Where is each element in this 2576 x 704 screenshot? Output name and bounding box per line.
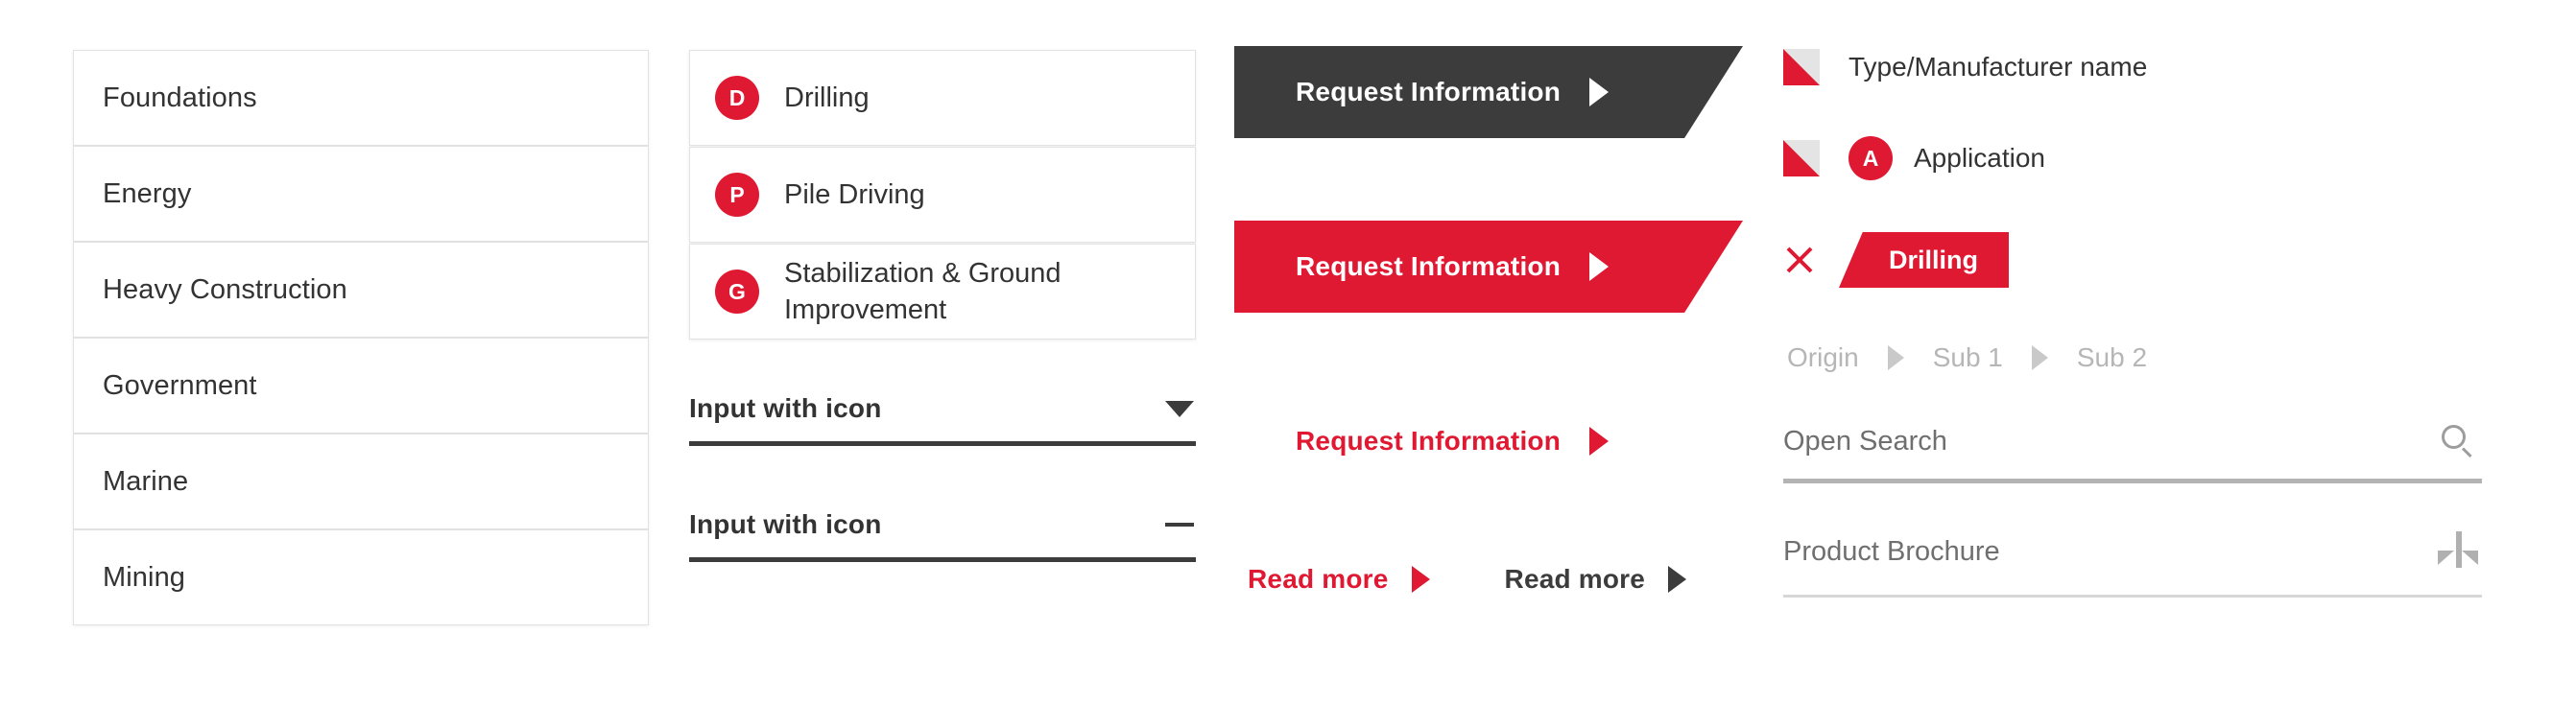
read-more-label: Read more [1504,564,1646,594]
button-label: Request Information [1296,251,1562,281]
read-more-row: Read more Read more [1234,564,1753,595]
misc-column: Type/Manufacturer name A Application Dri… [1783,42,2493,598]
arrow-right-icon [1411,566,1430,593]
filter-checkbox-application[interactable]: A Application [1783,133,2493,183]
service-badge-icon: P [715,173,759,217]
close-icon[interactable] [1783,244,1816,276]
request-information-button-white[interactable]: Request Information [1234,395,1743,487]
list-item[interactable]: D Drilling [689,50,1196,146]
active-filter-chip-row: Drilling [1783,231,2493,289]
input-with-dash[interactable]: Input with icon [689,509,1196,562]
service-label: Stabilization & Ground Improvement [784,257,1061,325]
service-badge-icon: D [715,76,759,120]
ui-kit-page: Foundations Energy Heavy Construction Go… [0,0,2576,704]
minus-icon[interactable] [1165,523,1194,527]
breadcrumb-item-sub-1[interactable]: Sub 1 [1933,342,2003,373]
industry-label: Heavy Construction [103,273,347,305]
breadcrumb-item-sub-2[interactable]: Sub 2 [2077,342,2147,373]
chevron-right-icon [1887,345,1904,370]
input-with-dropdown[interactable]: Input with icon [689,393,1196,446]
list-item[interactable]: Mining [73,529,649,625]
read-more-link-primary[interactable]: Read more [1248,564,1430,595]
industry-label: Marine [103,465,189,497]
filter-checkbox-type-manufacturer[interactable]: Type/Manufacturer name [1783,42,2493,92]
list-item[interactable]: Energy [73,146,649,242]
input-underline [689,441,1196,446]
list-item[interactable]: P Pile Driving [689,147,1196,243]
list-item[interactable]: Government [73,338,649,434]
read-more-label: Read more [1248,564,1389,594]
filter-chip[interactable]: Drilling [1839,232,2009,288]
product-brochure-label: Product Brochure [1783,535,2000,567]
product-brochure-field[interactable]: Product Brochure [1783,529,2482,598]
search-field[interactable]: Open Search [1783,425,2482,483]
industry-label: Energy [103,177,192,209]
list-item[interactable]: Marine [73,434,649,529]
download-icon[interactable] [2436,529,2480,574]
input-label: Input with icon [689,393,882,423]
breadcrumb: Origin Sub 1 Sub 2 [1783,337,2493,379]
button-label: Request Information [1296,77,1562,106]
list-item[interactable]: G Stabilization & Ground Improvement [689,244,1196,340]
application-badge-icon: A [1849,136,1893,180]
service-label: Pile Driving [784,178,925,210]
arrow-right-icon [1668,566,1687,593]
breadcrumb-item-origin[interactable]: Origin [1787,342,1859,373]
filter-label: Application [1914,143,2045,173]
checkbox-checked-icon[interactable] [1783,140,1820,176]
chevron-right-icon [2031,345,2048,370]
list-item[interactable]: Heavy Construction [73,242,649,338]
search-placeholder: Open Search [1783,425,1947,457]
input-label: Input with icon [689,509,882,539]
industry-label: Government [103,369,257,401]
button-label: Request Information [1296,426,1562,456]
checkbox-checked-icon[interactable] [1783,49,1820,85]
industries-list: Foundations Energy Heavy Construction Go… [73,50,649,625]
chevron-down-icon[interactable] [1165,400,1194,417]
arrow-right-icon [1589,252,1610,281]
buttons-column: Request Information Request Information … [1234,46,1753,595]
request-information-button-dark[interactable]: Request Information [1234,46,1743,138]
search-icon[interactable] [2442,425,2474,458]
industry-label: Mining [103,561,186,593]
service-badge-icon: G [715,270,759,314]
services-column: D Drilling P Pile Driving G Stabilizatio… [689,50,1196,562]
list-item[interactable]: Foundations [73,50,649,146]
brochure-underline [1783,595,2482,598]
arrow-right-icon [1589,78,1610,106]
service-label: Drilling [784,82,870,113]
input-underline [689,557,1196,562]
read-more-link-secondary[interactable]: Read more [1505,564,1687,595]
industry-label: Foundations [103,82,257,113]
request-information-button-red[interactable]: Request Information [1234,221,1743,313]
filter-label: Type/Manufacturer name [1849,52,2148,82]
search-underline [1783,479,2482,483]
arrow-right-icon [1589,427,1610,456]
